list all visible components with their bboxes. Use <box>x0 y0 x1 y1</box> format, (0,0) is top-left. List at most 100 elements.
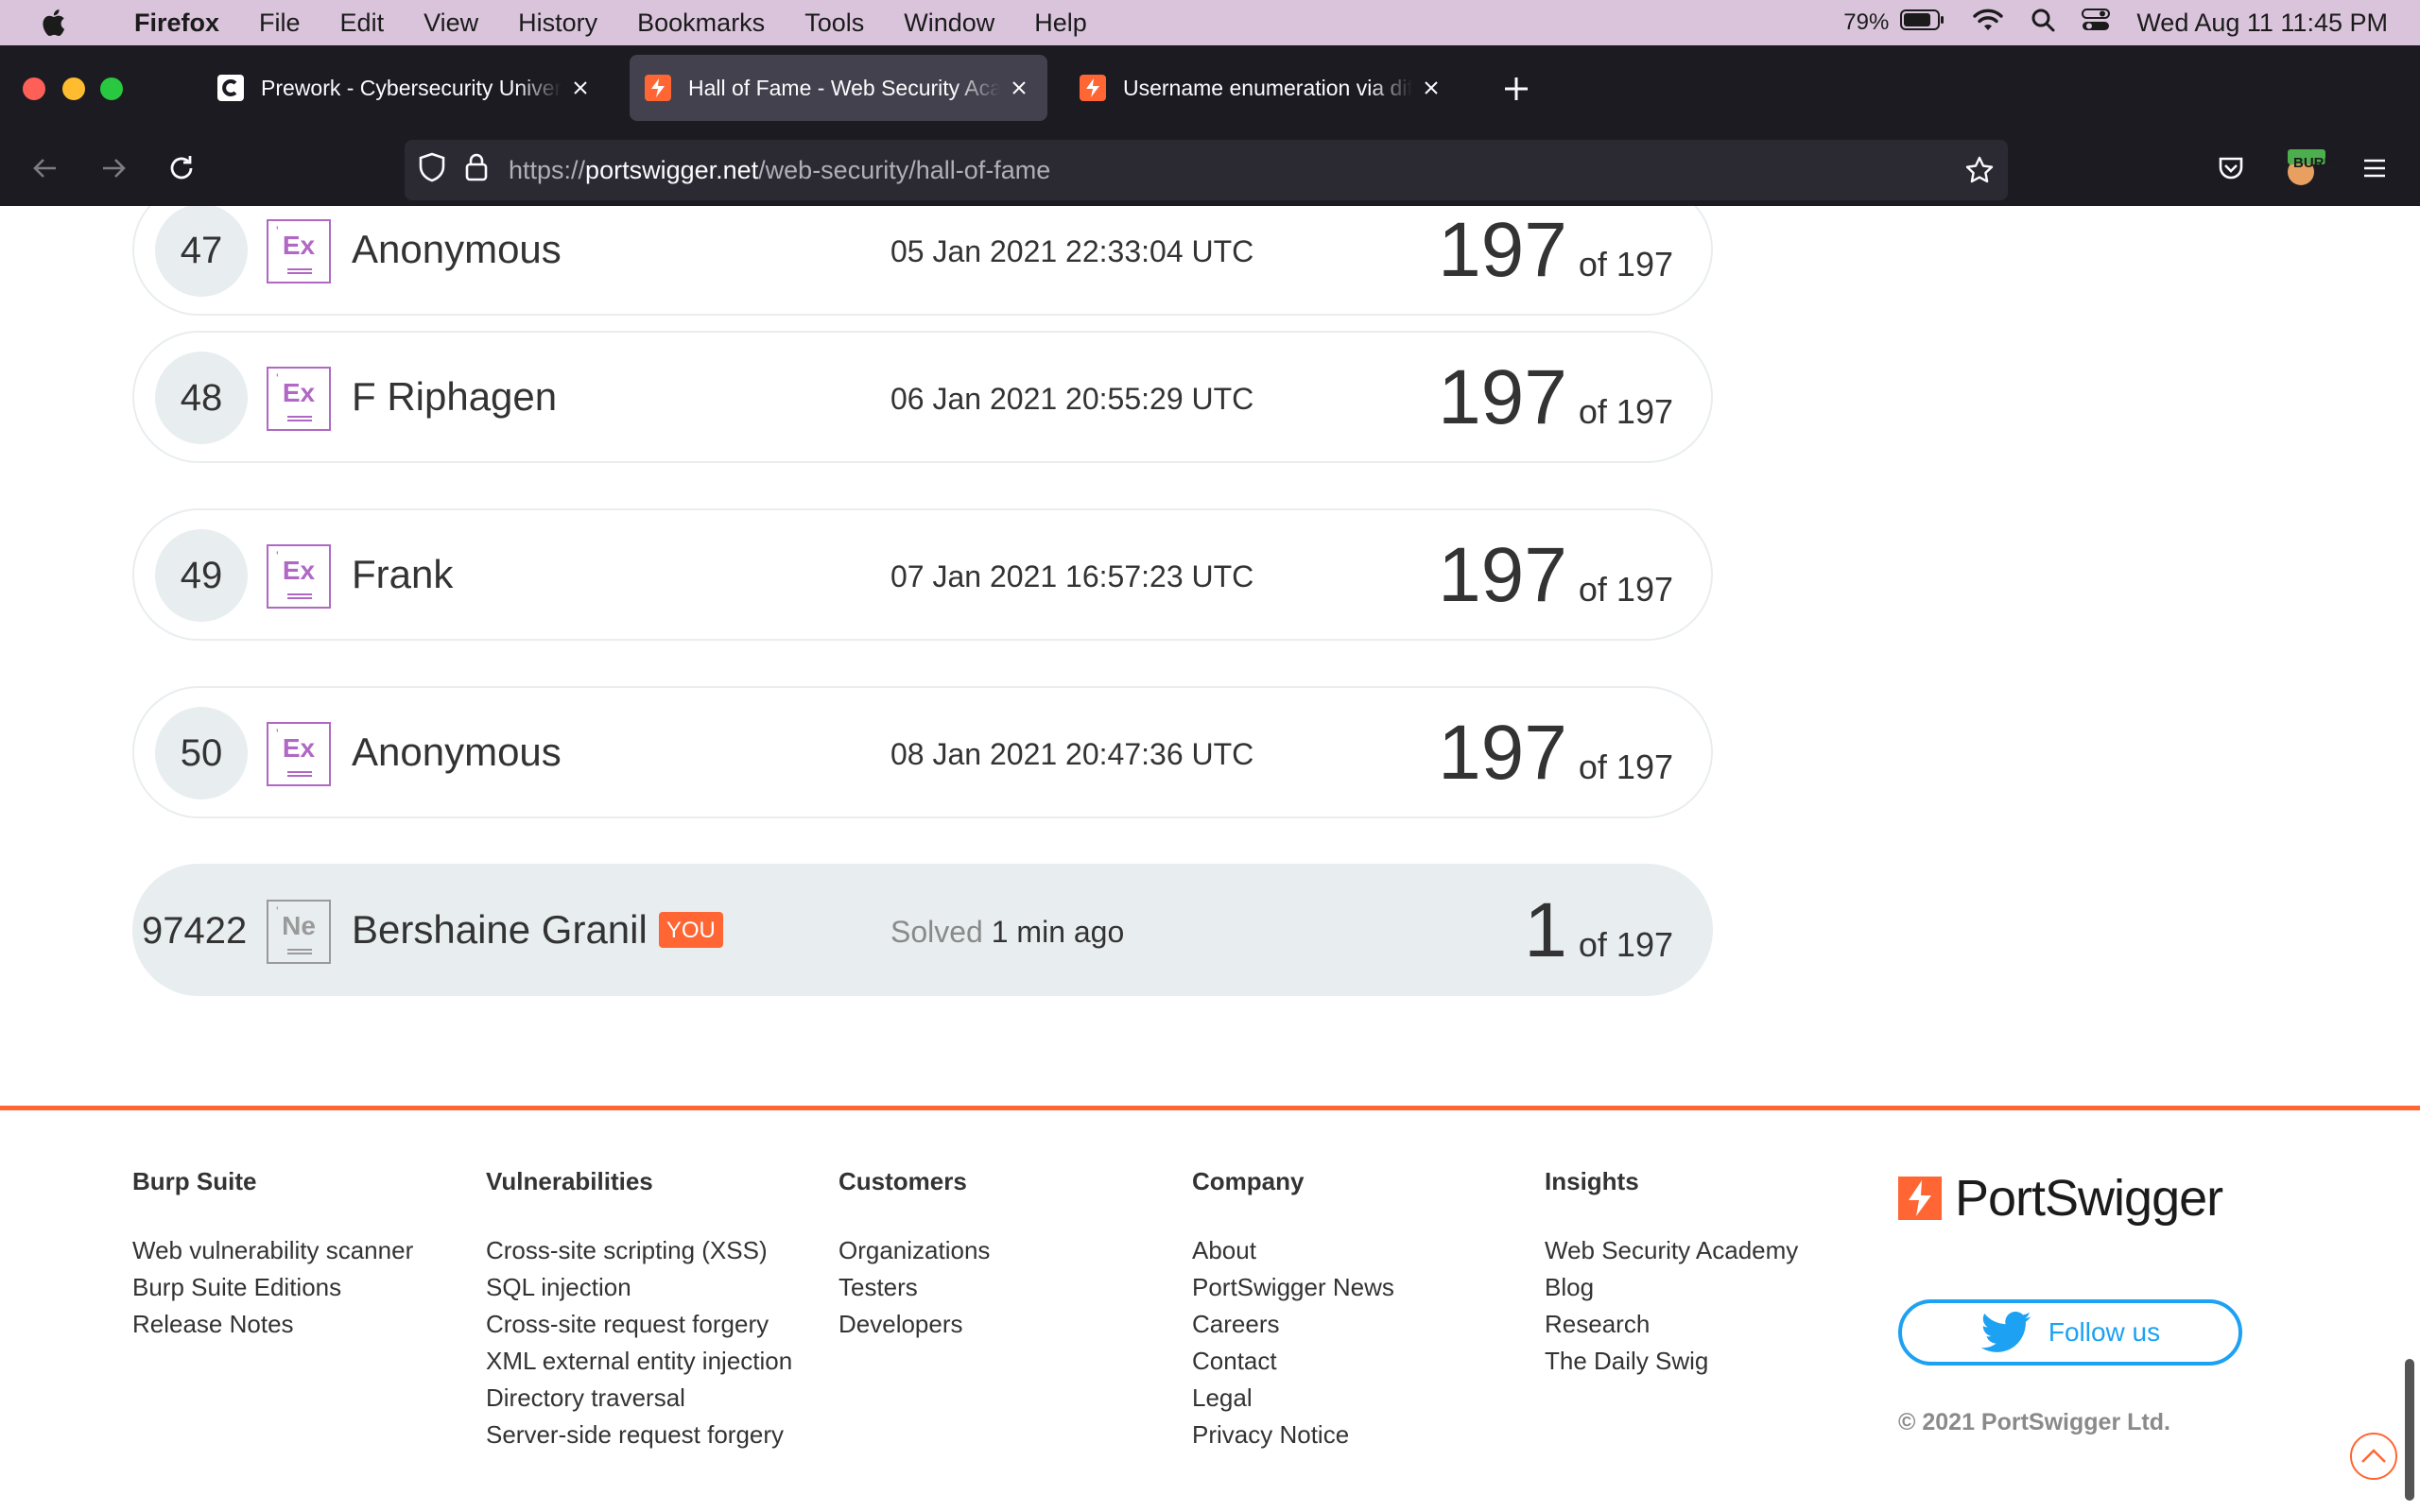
tracking-protection-shield-icon[interactable] <box>418 152 446 189</box>
pocket-icon[interactable] <box>2212 149 2250 187</box>
footer-link[interactable]: Cross-site request forgery <box>486 1306 792 1343</box>
footer-link[interactable]: Directory traversal <box>486 1380 792 1417</box>
score: 197 of 197 <box>1438 709 1673 798</box>
bookmark-star-icon[interactable] <box>1964 155 1995 192</box>
score-total: of 197 <box>1578 747 1673 786</box>
menu-history[interactable]: History <box>498 9 617 38</box>
score: 197 of 197 <box>1438 531 1673 620</box>
rank-circle: 48 <box>155 352 248 444</box>
tab-title: Username enumeration via different respo… <box>1123 75 1412 100</box>
twitter-follow-button[interactable]: Follow us <box>1898 1299 2242 1366</box>
menu-tools[interactable]: Tools <box>785 9 884 38</box>
score-value: 197 <box>1438 532 1567 618</box>
wifi-icon[interactable] <box>1972 8 2004 39</box>
footer-link[interactable]: Careers <box>1192 1306 1394 1343</box>
score-value: 1 <box>1524 887 1567 973</box>
lock-icon[interactable] <box>465 153 488 188</box>
menu-help[interactable]: Help <box>1014 9 1107 38</box>
burp-extension-icon[interactable]: BURP <box>2280 149 2334 187</box>
menu-window[interactable]: Window <box>884 9 1014 38</box>
footer-link[interactable]: SQL injection <box>486 1269 792 1306</box>
url-path: /web-security/hall-of-fame <box>758 155 1051 184</box>
completion-date: 06 Jan 2021 20:55:29 UTC <box>890 382 1254 416</box>
footer-column-burp-suite: Burp Suite Web vulnerability scanner Bur… <box>132 1167 413 1343</box>
footer-heading: Vulnerabilities <box>486 1167 653 1195</box>
burp-extension-label: BURP <box>2293 155 2334 171</box>
player-name-text: Bershaine Granil <box>352 907 648 952</box>
forward-arrow-icon[interactable] <box>95 149 132 187</box>
scroll-to-top-icon[interactable] <box>2350 1433 2397 1480</box>
footer-column-insights: Insights Web Security Academy Blog Resea… <box>1545 1167 1798 1380</box>
url-host: portswigger.net <box>585 155 759 184</box>
player-name: F Riphagen <box>352 374 558 419</box>
tab-prework[interactable]: Prework - Cybersecurity University <box>202 55 609 121</box>
footer-link[interactable]: Blog <box>1545 1269 1798 1306</box>
hamburger-menu-icon[interactable] <box>2356 149 2394 187</box>
portswigger-logo[interactable]: PortSwigger <box>1898 1169 2223 1228</box>
reload-icon[interactable] <box>163 149 200 187</box>
tab-title: Hall of Fame - Web Security Academy <box>688 75 1000 100</box>
site-footer: Burp Suite Web vulnerability scanner Bur… <box>0 1110 2420 1512</box>
expert-level-icon: ' Ex <box>267 367 331 431</box>
battery-icon[interactable] <box>1900 9 1945 38</box>
novice-level-icon: ' Ne <box>267 900 331 964</box>
spotlight-search-icon[interactable] <box>2031 8 2055 39</box>
expert-level-icon: ' Ex <box>267 544 331 609</box>
navigation-toolbar: https://portswigger.net/web-security/hal… <box>0 132 2420 206</box>
score-total: of 197 <box>1578 245 1673 284</box>
rank-circle: 47 <box>155 206 248 297</box>
score-total: of 197 <box>1578 392 1673 431</box>
score: 197 of 197 <box>1438 353 1673 442</box>
footer-link[interactable]: The Daily Swig <box>1545 1343 1798 1380</box>
tab-bar: Prework - Cybersecurity University Hall … <box>0 45 2420 132</box>
player-name: Frank <box>352 552 454 596</box>
footer-link[interactable]: Testers <box>838 1269 990 1306</box>
footer-link[interactable]: XML external entity injection <box>486 1343 792 1380</box>
footer-link[interactable]: Contact <box>1192 1343 1394 1380</box>
footer-link[interactable]: Web vulnerability scanner <box>132 1232 413 1269</box>
close-tab-icon[interactable] <box>1418 75 1444 101</box>
score: 1 of 197 <box>1524 886 1673 975</box>
menu-bookmarks[interactable]: Bookmarks <box>617 9 785 38</box>
menubar-clock[interactable]: Wed Aug 11 11:45 PM <box>2136 9 2388 38</box>
address-bar[interactable]: https://portswigger.net/web-security/hal… <box>405 140 2008 200</box>
back-arrow-icon[interactable] <box>26 149 64 187</box>
window-zoom-button[interactable] <box>100 77 123 100</box>
close-tab-icon[interactable] <box>567 75 594 101</box>
player-name: Anonymous <box>352 730 562 774</box>
browser-chrome: Prework - Cybersecurity University Hall … <box>0 45 2420 206</box>
footer-link[interactable]: PortSwigger News <box>1192 1269 1394 1306</box>
url-text[interactable]: https://portswigger.net/web-security/hal… <box>509 156 1050 185</box>
footer-link[interactable]: Privacy Notice <box>1192 1417 1394 1453</box>
page-scrollbar[interactable] <box>2405 1359 2414 1501</box>
footer-link[interactable]: Release Notes <box>132 1306 413 1343</box>
footer-link[interactable]: Server-side request forgery <box>486 1417 792 1453</box>
footer-link[interactable]: Developers <box>838 1306 990 1343</box>
page-content: 47 ' Ex Anonymous 05 Jan 2021 22:33:04 UT… <box>0 206 2420 1512</box>
footer-link[interactable]: Organizations <box>838 1232 990 1269</box>
player-name: Anonymous <box>352 227 562 271</box>
codepath-icon <box>217 75 244 101</box>
twitter-bird-icon <box>1980 1312 2031 1352</box>
control-center-icon[interactable] <box>2082 8 2111 39</box>
footer-link[interactable]: Burp Suite Editions <box>132 1269 413 1306</box>
footer-link[interactable]: Legal <box>1192 1380 1394 1417</box>
window-minimize-button[interactable] <box>62 77 85 100</box>
tab-username-enumeration[interactable]: Username enumeration via different respo… <box>1064 55 1460 121</box>
leaderboard-row: 48 ' Ex F Riphagen 06 Jan 2021 20:55:29 U… <box>132 331 1713 463</box>
footer-link[interactable]: Research <box>1545 1306 1798 1343</box>
footer-link[interactable]: Cross-site scripting (XSS) <box>486 1232 792 1269</box>
menu-view[interactable]: View <box>404 9 498 38</box>
new-tab-plus-icon[interactable] <box>1499 72 1533 106</box>
window-close-button[interactable] <box>23 77 45 100</box>
menu-edit[interactable]: Edit <box>320 9 405 38</box>
menu-app-firefox[interactable]: Firefox <box>68 9 239 38</box>
close-tab-icon[interactable] <box>1006 75 1032 101</box>
rank-number: 97422 <box>142 909 248 952</box>
footer-link[interactable]: Web Security Academy <box>1545 1232 1798 1269</box>
menu-file[interactable]: File <box>239 9 320 38</box>
footer-link[interactable]: About <box>1192 1232 1394 1269</box>
score-value: 197 <box>1438 354 1567 440</box>
tab-hall-of-fame[interactable]: Hall of Fame - Web Security Academy <box>630 55 1047 121</box>
apple-menu-icon[interactable] <box>40 8 68 38</box>
